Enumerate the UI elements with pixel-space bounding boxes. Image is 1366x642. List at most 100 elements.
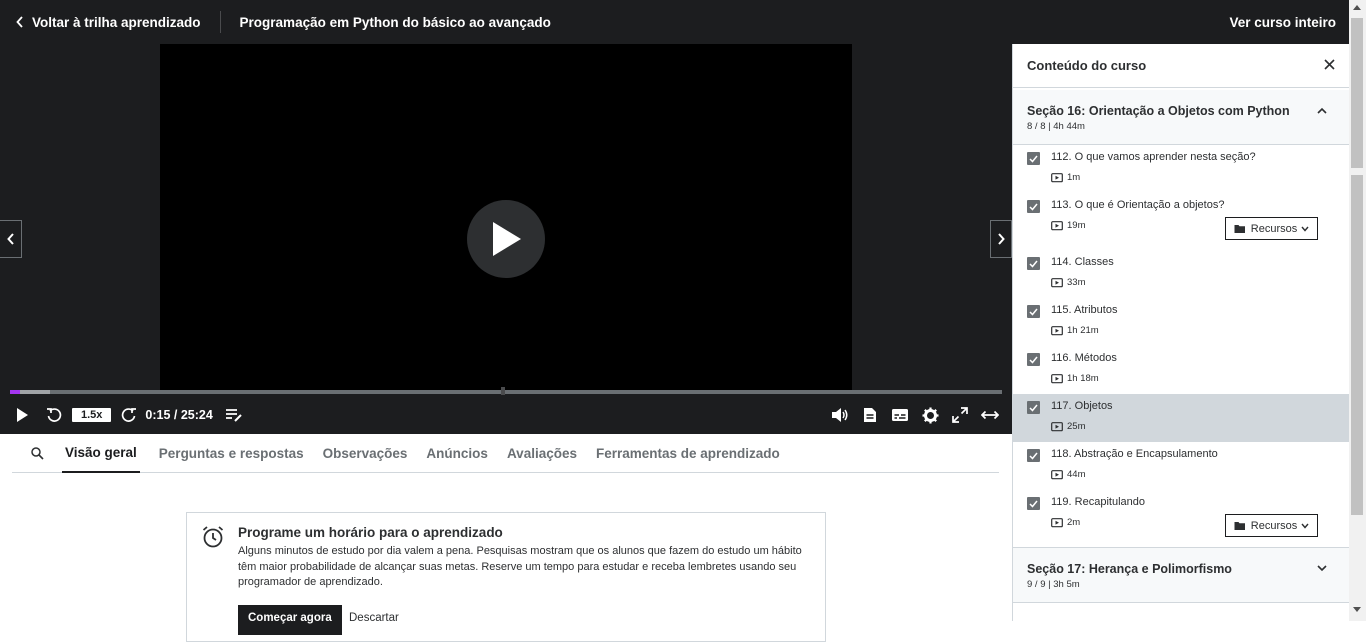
captions-button[interactable] (890, 400, 910, 430)
folder-open-icon (1234, 521, 1245, 530)
tab-announcements[interactable]: Anúncios (426, 434, 488, 473)
chevron-up-icon (1317, 107, 1327, 114)
sidebar-title: Conteúdo do curso (1027, 58, 1147, 73)
sidebar-header: Conteúdo do curso (1013, 44, 1349, 88)
lecture-item[interactable]: 119. Recapitulando 2m Recursos (1013, 490, 1349, 547)
play-button[interactable] (0, 400, 44, 430)
progress-bar[interactable] (10, 387, 1002, 395)
transcript-button[interactable] (860, 400, 880, 430)
chevron-right-icon (998, 233, 1005, 245)
resources-label: Recursos (1250, 519, 1298, 532)
section-title: Seção 16: Orientação a Objetos com Pytho… (1027, 104, 1290, 118)
lecture-title: 115. Atributos (1051, 304, 1118, 316)
playback-speed-button[interactable]: 1.5x (72, 408, 112, 422)
lecture-item[interactable]: 115. Atributos 1h 21m (1013, 298, 1349, 346)
completed-checkbox[interactable] (1027, 353, 1040, 366)
video-icon (1051, 325, 1063, 335)
chevron-down-icon (1301, 226, 1309, 232)
video-icon (1051, 172, 1063, 182)
search-tab[interactable] (12, 434, 62, 473)
checkmark-icon (1029, 308, 1038, 316)
back-label: Voltar à trilha aprendizado (32, 14, 201, 30)
chevron-down-icon (1317, 565, 1327, 572)
lecture-duration: 1h 21m (1051, 325, 1099, 336)
tab-questions-answers[interactable]: Perguntas e respostas (159, 434, 304, 473)
previous-lecture-button[interactable] (0, 220, 22, 258)
video-icon (1051, 220, 1063, 230)
course-title[interactable]: Programação em Python do básico ao avanç… (240, 15, 551, 30)
completed-checkbox[interactable] (1027, 497, 1040, 510)
reminder-body: Alguns minutos de estudo por dia valem a… (238, 545, 802, 589)
lecture-item[interactable]: 113. O que é Orientação a objetos? 19m Rec… (1013, 193, 1349, 250)
completed-checkbox[interactable] (1027, 305, 1040, 318)
resources-dropdown[interactable]: Recursos (1225, 217, 1318, 240)
page-scrollbar[interactable] (1349, 0, 1366, 621)
played-bar (10, 390, 20, 394)
dismiss-button[interactable]: Descartar (349, 612, 399, 624)
forward-button[interactable] (119, 400, 139, 430)
lecture-item[interactable]: 114. Classes 33m (1013, 250, 1349, 298)
scroll-up-icon[interactable] (1352, 4, 1362, 11)
checkmark-icon (1029, 260, 1038, 268)
chevron-down-icon (1301, 523, 1309, 529)
search-icon (30, 446, 44, 460)
completed-checkbox[interactable] (1027, 257, 1040, 270)
lecture-item[interactable]: 118. Abstração e Encapsulamento 44m (1013, 442, 1349, 490)
transcript-icon (864, 408, 876, 422)
duration-text: 2m (1067, 517, 1081, 528)
video-icon (1051, 517, 1063, 527)
lecture-item[interactable]: 117. Objetos 25m (1013, 394, 1349, 442)
rewind-icon (47, 408, 62, 422)
lecture-title: 117. Objetos (1051, 400, 1113, 412)
add-note-button[interactable] (223, 400, 245, 430)
resources-dropdown[interactable]: Recursos (1225, 514, 1318, 537)
lecture-duration: 19m (1051, 220, 1085, 231)
lecture-title: 119. Recapitulando (1051, 496, 1145, 508)
settings-button[interactable] (920, 400, 940, 430)
lecture-list: 112. O que vamos aprender nesta seção? 1m… (1013, 145, 1349, 547)
duration-text: 25m (1067, 421, 1086, 432)
close-icon (1324, 58, 1335, 70)
player-controls: 1.5x 0:15 / 25:24 (0, 399, 1012, 431)
completed-checkbox[interactable] (1027, 401, 1040, 414)
scroll-down-icon[interactable] (1352, 606, 1362, 613)
view-full-course-link[interactable]: Ver curso inteiro (1229, 15, 1336, 30)
tab-notes[interactable]: Observações (323, 434, 408, 473)
lecture-duration: 1h 18m (1051, 373, 1099, 384)
duration-text: 1m (1067, 172, 1081, 183)
expand-width-button[interactable] (980, 400, 1000, 430)
alarm-clock-icon (202, 526, 224, 548)
fullscreen-button[interactable] (950, 400, 970, 430)
checkmark-icon (1029, 452, 1038, 460)
checkmark-icon (1029, 155, 1038, 163)
note-list-icon (225, 409, 242, 422)
lecture-title: 113. O que é Orientação a objetos? (1051, 199, 1225, 211)
next-lecture-button[interactable] (990, 220, 1012, 258)
lecture-duration: 1m (1051, 172, 1080, 183)
course-content-sidebar: Conteúdo do curso Seção 16: Orientação a… (1012, 44, 1349, 621)
sidebar-scrollbar-thumb[interactable] (1351, 175, 1363, 515)
duration-text: 44m (1067, 469, 1086, 480)
scrollbar-thumb[interactable] (1351, 18, 1363, 168)
lecture-item[interactable]: 112. O que vamos aprender nesta seção? 1m (1013, 145, 1349, 193)
captions-icon (892, 409, 908, 421)
lecture-item[interactable]: 116. Métodos 1h 18m (1013, 346, 1349, 394)
header-divider (219, 11, 221, 33)
close-sidebar-button[interactable] (1324, 57, 1335, 75)
section-header[interactable]: Seção 17: Herança e Polimorfismo 9 / 9 |… (1013, 547, 1349, 603)
completed-checkbox[interactable] (1027, 200, 1040, 213)
tab-overview[interactable]: Visão geral (62, 434, 140, 473)
big-play-button[interactable] (467, 200, 545, 278)
play-icon (493, 222, 521, 256)
tab-learning-tools[interactable]: Ferramentas de aprendizado (596, 434, 780, 473)
completed-checkbox[interactable] (1027, 152, 1040, 165)
start-now-button[interactable]: Começar agora (238, 605, 342, 635)
rewind-button[interactable] (44, 400, 64, 430)
completed-checkbox[interactable] (1027, 449, 1040, 462)
tab-reviews[interactable]: Avaliações (507, 434, 577, 473)
learning-reminder-card: Programe um horário para o aprendizado A… (186, 512, 826, 642)
volume-button[interactable] (830, 400, 850, 430)
back-to-path-link[interactable]: Voltar à trilha aprendizado (0, 0, 201, 44)
video-icon (1051, 373, 1063, 383)
section-header[interactable]: Seção 16: Orientação a Objetos com Pytho… (1013, 90, 1349, 145)
